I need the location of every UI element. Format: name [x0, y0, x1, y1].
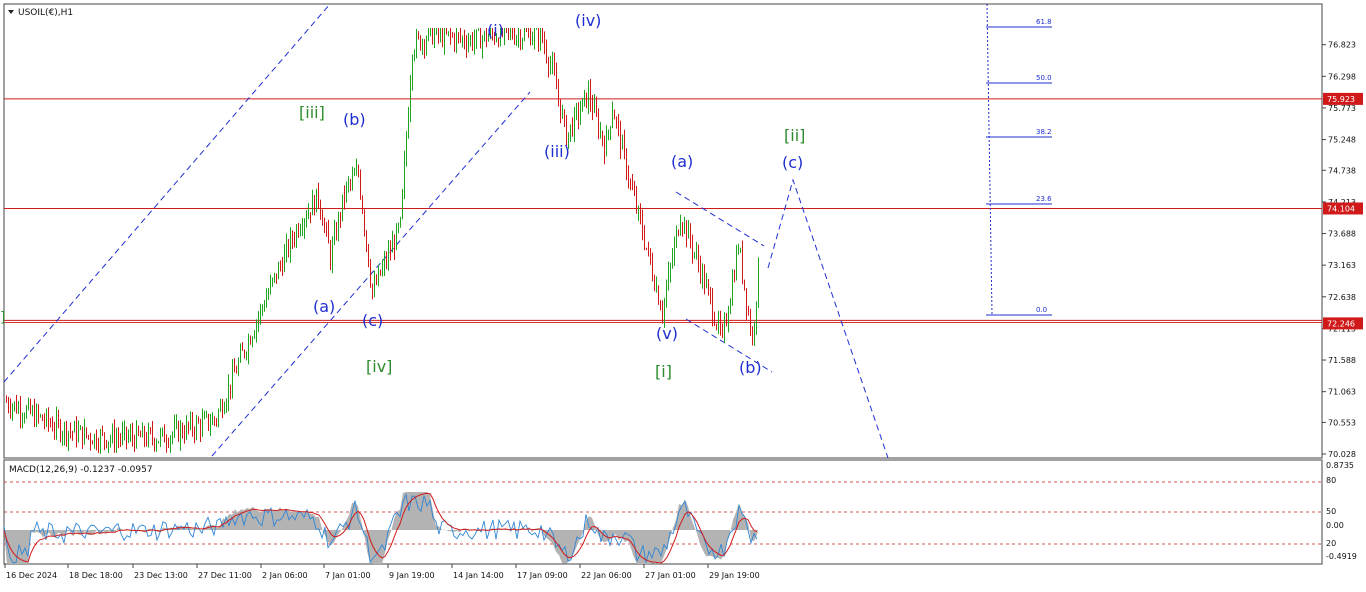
- fib-level-label: 0.0: [1036, 306, 1047, 314]
- wave-label: (v): [656, 324, 678, 343]
- macd-axis-label: 0.00: [1326, 521, 1344, 530]
- price-tick-label: 75.773: [1328, 104, 1356, 113]
- wave-label: (b): [739, 358, 762, 377]
- macd-axis-label: 80: [1326, 476, 1336, 485]
- price-tick-label: 70.553: [1328, 418, 1356, 427]
- fib-level-label: 50.0: [1036, 74, 1052, 82]
- price-tick-label: 76.823: [1328, 41, 1356, 50]
- wave-label: (a): [671, 152, 693, 171]
- wave-label: (b): [343, 110, 366, 129]
- price-tick-label: 71.063: [1328, 388, 1356, 397]
- macd-axis-label: -0.4919: [1326, 552, 1357, 561]
- chart-svg: 61.8 50.0 38.2 23.6 0.0 [iii] (b) (a) (c) [iv] (i…: [0, 3, 1363, 580]
- time-axis: 16 Dec 2024 18 Dec 18:00 23 Dec 13:00 27 De…: [4, 564, 760, 580]
- time-tick-label: 9 Jan 19:00: [389, 571, 435, 580]
- price-tick-label: 71.588: [1328, 356, 1356, 365]
- price-tick-label: 76.298: [1328, 72, 1356, 81]
- price-tick-label: 72.638: [1328, 293, 1356, 302]
- chart-stage: 61.8 50.0 38.2 23.6 0.0 [iii] (b) (a) (c) [iv] (i…: [0, 0, 1366, 588]
- time-tick-label: 23 Dec 13:00: [134, 571, 188, 580]
- time-tick-label: 22 Jan 06:00: [581, 571, 632, 580]
- wave-label: [iii]: [299, 103, 325, 122]
- symbol-header[interactable]: USOIL(€),H1: [8, 8, 73, 18]
- time-tick-label: 29 Jan 19:00: [709, 571, 760, 580]
- time-tick-label: 27 Jan 01:00: [645, 571, 696, 580]
- macd-label: MACD(12,26,9) -0.1237 -0.0957: [9, 465, 153, 475]
- time-tick-label: 2 Jan 06:00: [262, 571, 308, 580]
- price-tick-label: 73.163: [1328, 261, 1356, 270]
- wave-label: (iii): [544, 142, 570, 161]
- price-tick-label: 73.688: [1328, 230, 1356, 239]
- wave-label: [iv]: [366, 357, 392, 376]
- time-tick-label: 7 Jan 01:00: [325, 571, 371, 580]
- price-tick-label: 70.028: [1328, 450, 1356, 459]
- time-tick-label: 18 Dec 18:00: [69, 571, 123, 580]
- macd-axis-label: 0.8735: [1326, 461, 1354, 470]
- price-tick-label: 74.738: [1328, 166, 1356, 175]
- wave-label: [ii]: [784, 126, 805, 145]
- wave-label: ]: [0, 310, 5, 326]
- price-tick-label: 75.248: [1328, 136, 1356, 145]
- time-tick-label: 27 Dec 11:00: [198, 571, 252, 580]
- wave-label: (iv): [575, 11, 601, 30]
- price-pane-frame: [3, 3, 1323, 459]
- wave-label: [i]: [655, 362, 672, 381]
- fib-level-label: 61.8: [1036, 18, 1052, 26]
- time-tick-label: 17 Jan 09:00: [517, 571, 568, 580]
- wave-label: (i): [487, 21, 504, 40]
- wave-label: (c): [782, 153, 803, 172]
- fib-level-label: 23.6: [1036, 195, 1052, 203]
- time-tick-label: 14 Jan 14:00: [453, 571, 504, 580]
- macd-axis-label: 20: [1326, 539, 1336, 548]
- level-price-label: 72.246: [1327, 319, 1355, 328]
- price-axis: 76.82376.29875.77375.24874.73874.21373.6…: [1322, 41, 1363, 459]
- level-price-label: 74.104: [1327, 204, 1355, 213]
- wave-label: (c): [362, 311, 383, 330]
- wave-label: (a): [313, 297, 335, 316]
- level-price-label: 75.923: [1327, 95, 1355, 104]
- symbol-label: USOIL(€),H1: [18, 8, 73, 18]
- time-tick-label: 16 Dec 2024: [6, 571, 57, 580]
- macd-axis-label: 50: [1326, 507, 1336, 516]
- fib-level-label: 38.2: [1036, 128, 1052, 136]
